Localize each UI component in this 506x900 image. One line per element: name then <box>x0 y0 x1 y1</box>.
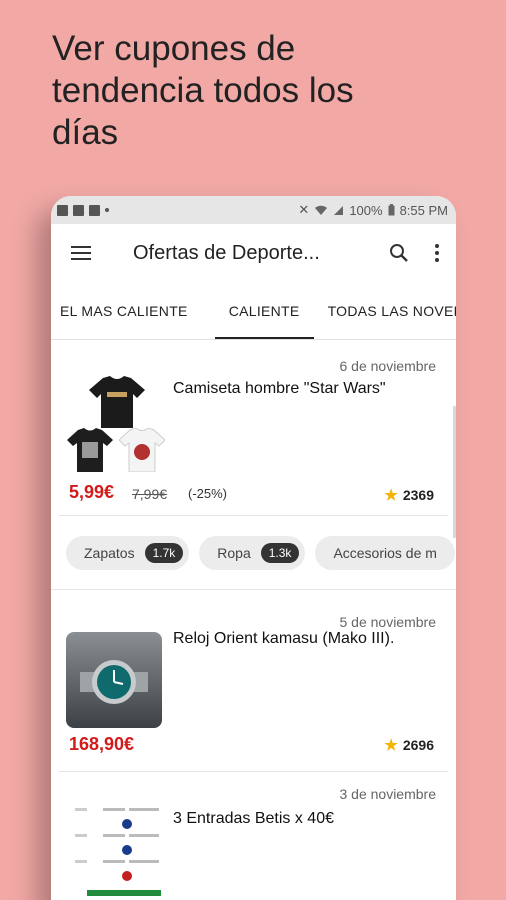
more-notifications-icon <box>105 208 109 212</box>
chip-count: 1.7k <box>144 542 184 563</box>
deal-price: 168,90€ <box>69 734 135 754</box>
promo-line-2: tendencia todos los <box>52 71 354 110</box>
battery-icon <box>388 204 395 216</box>
watch-image <box>66 632 162 728</box>
star-icon: ★ <box>384 737 398 754</box>
wifi-icon <box>315 205 328 215</box>
promo-headline: Ver cupones de tendencia todos los días <box>52 28 482 154</box>
deal-card-entradas[interactable]: 3 de noviembre 3 Entradas Betis x 40€ <box>59 772 448 900</box>
tickets-image <box>67 802 167 900</box>
app-bar: Ofertas de Deporte... <box>51 224 456 282</box>
tab-bar: EL MAS CALIENTE CALIENTE TODAS LAS NOVED… <box>51 282 456 340</box>
star-icon: ★ <box>384 487 398 504</box>
app-notification-icon <box>73 204 84 216</box>
tab-el-mas-caliente[interactable]: EL MAS CALIENTE <box>60 282 188 339</box>
deal-score-value: 2369 <box>402 487 434 503</box>
deal-date: 6 de noviembre <box>339 358 436 374</box>
deal-card-camiseta[interactable]: 6 de noviembre Camiseta hombre "Star War… <box>59 340 448 516</box>
scrollbar[interactable] <box>453 406 456 538</box>
deal-price: 5,99€ <box>69 482 115 502</box>
chip-accesorios[interactable]: Accesorios de m <box>315 535 455 570</box>
clock: 8:55 PM <box>399 202 448 218</box>
deal-title: 3 Entradas Betis x 40€ <box>173 810 334 827</box>
calendar-notification-icon <box>89 204 100 216</box>
mute-icon: ✕ <box>298 202 310 217</box>
chip-label: Accesorios de m <box>333 544 437 561</box>
category-chips: Zapatos 1.7k Ropa 1.3k Accesorios de m <box>51 516 456 590</box>
chip-ropa[interactable]: Ropa 1.3k <box>199 535 306 570</box>
search-icon[interactable] <box>386 240 412 266</box>
hamburger-menu-icon[interactable] <box>71 241 95 265</box>
tshirt-thumb-white <box>119 428 165 472</box>
promo-line-1: Ver cupones de <box>52 29 296 68</box>
deal-old-price: 7,99€ <box>132 486 168 502</box>
tshirt-thumb-black <box>67 428 113 472</box>
deal-card-reloj[interactable]: 5 de noviembre Reloj Orient kamasu (Mako… <box>59 596 448 772</box>
deal-title: Camiseta hombre "Star Wars" <box>173 380 386 397</box>
status-bar: ✕ 100% 8:55 PM <box>51 196 456 224</box>
chip-label: Ropa <box>217 544 251 561</box>
deal-score-value: 2696 <box>402 737 434 753</box>
tshirt-image <box>89 376 145 428</box>
tab-caliente[interactable]: CALIENTE <box>214 282 314 339</box>
signal-icon <box>334 205 344 215</box>
deal-date: 5 de noviembre <box>339 614 436 630</box>
chip-count: 1.3k <box>260 542 300 563</box>
deal-score: ★ 2696 <box>384 736 434 754</box>
deal-score: ★ 2369 <box>384 486 434 504</box>
deal-date: 3 de noviembre <box>339 786 436 802</box>
tab-todas-las-novedades[interactable]: TODAS LAS NOVEDADES <box>328 282 456 339</box>
chip-label: Zapatos <box>84 544 135 561</box>
overflow-menu-icon[interactable] <box>432 240 442 266</box>
app-title: Ofertas de Deporte... <box>133 241 320 264</box>
battery-percent: 100% <box>349 202 383 218</box>
deal-title: Reloj Orient kamasu (Mako III). <box>173 630 395 647</box>
promo-line-3: días <box>52 113 119 152</box>
chip-zapatos[interactable]: Zapatos 1.7k <box>66 535 190 570</box>
deal-discount: (-25%) <box>188 486 228 501</box>
phone-screen: ✕ 100% 8:55 PM Ofertas de Deporte... EL … <box>51 196 456 900</box>
image-notification-icon <box>57 204 68 216</box>
